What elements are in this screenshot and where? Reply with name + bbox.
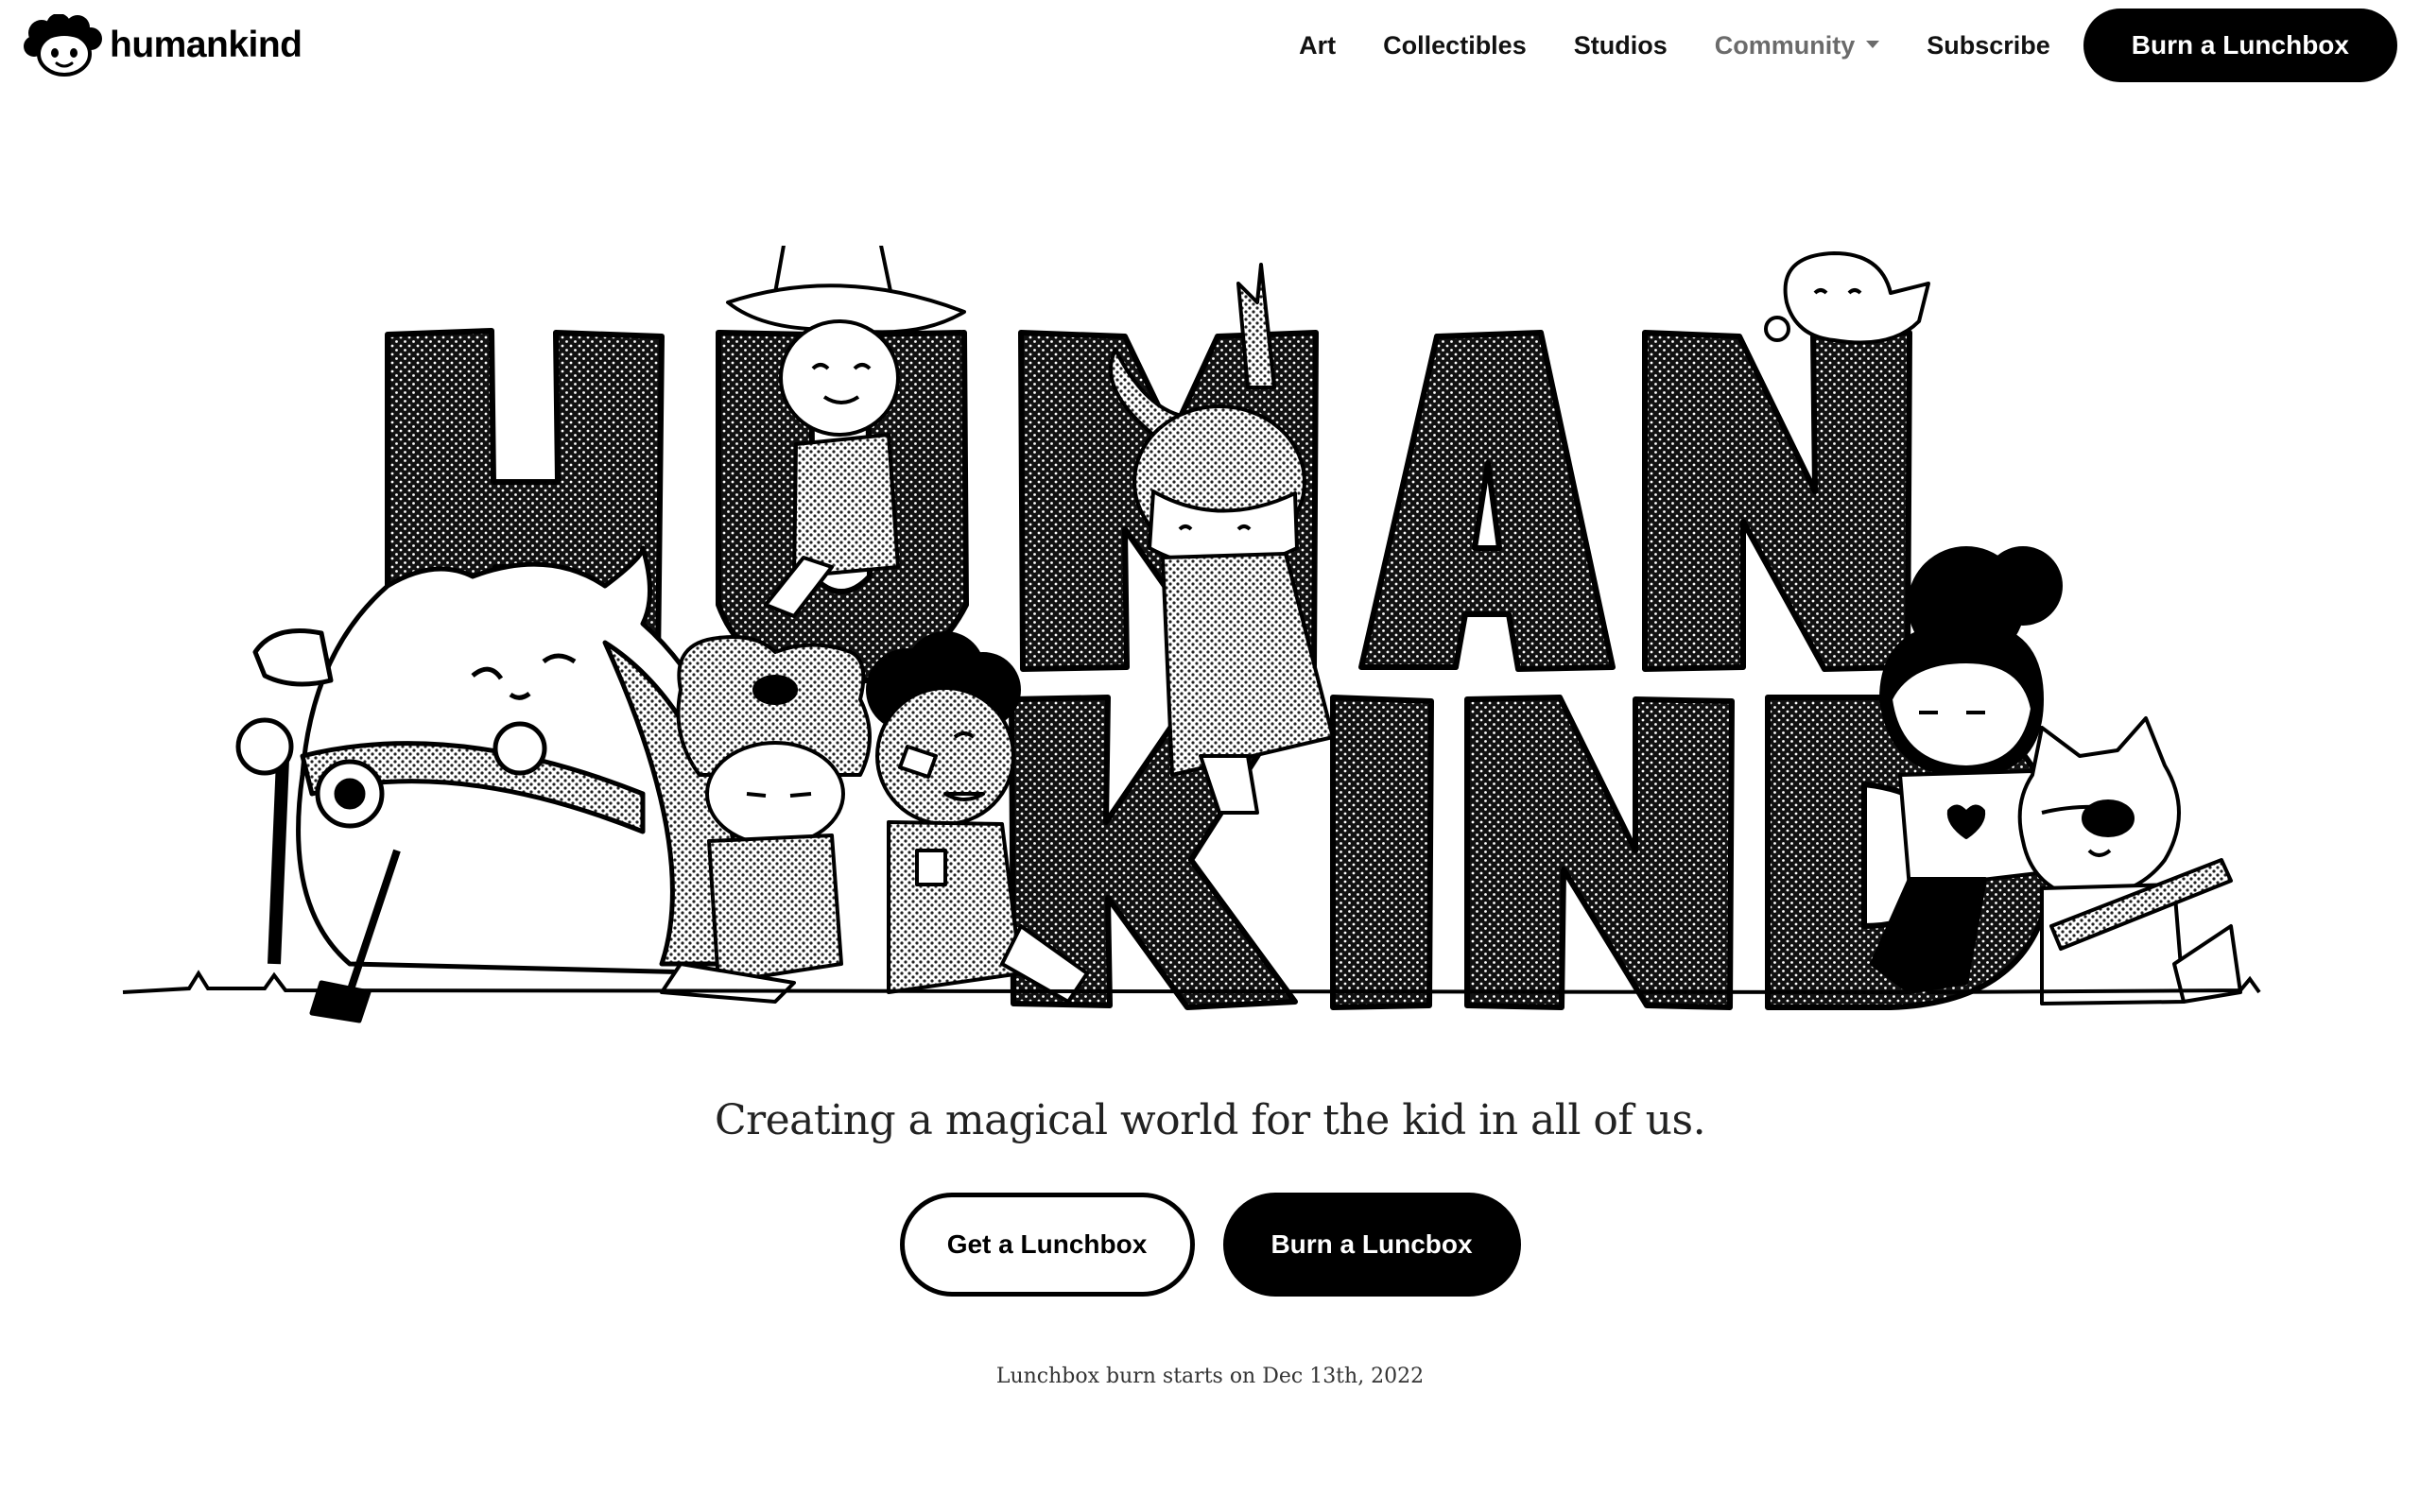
hero-tagline: Creating a magical world for the kid in …: [714, 1096, 1706, 1144]
site-header: humankind Art Collectibles Studios Commu…: [0, 0, 2420, 91]
nav-art[interactable]: Art: [1299, 31, 1336, 60]
page: humankind Art Collectibles Studios Commu…: [0, 0, 2420, 1512]
brand-home-link[interactable]: humankind: [21, 14, 302, 77]
nav-community-dropdown[interactable]: Community: [1715, 31, 1880, 60]
hero-illustration: [122, 246, 2261, 1023]
eye-patch-cat: [2017, 716, 2242, 1005]
main-nav: Art Collectibles Studios Community Subsc…: [1275, 0, 2420, 91]
brand-name: humankind: [110, 25, 302, 65]
burn-lunchbox-button[interactable]: Burn a Luncbox: [1222, 1193, 1521, 1297]
get-lunchbox-button[interactable]: Get a Lunchbox: [899, 1193, 1195, 1297]
nav-community-label: Community: [1714, 30, 1856, 60]
nav-subscribe[interactable]: Subscribe: [1927, 31, 2050, 60]
nav-studios[interactable]: Studios: [1574, 31, 1668, 60]
nav-collectibles[interactable]: Collectibles: [1383, 31, 1527, 60]
rhino-creature: [235, 545, 766, 1023]
letter-n-top: [1642, 330, 1912, 672]
letter-i: [1330, 695, 1434, 1010]
burn-start-note: Lunchbox burn starts on Dec 13th, 2022: [995, 1365, 1425, 1388]
caret-down-icon: [1866, 41, 1880, 48]
kid-face-logo-icon: [24, 14, 102, 77]
letter-n-bottom: [1464, 695, 1735, 1010]
peeking-cat: [1764, 251, 1930, 345]
burn-lunchbox-nav-button[interactable]: Burn a Lunchbox: [2083, 9, 2397, 82]
hero-actions: Get a Lunchbox Burn a Luncbox: [0, 1193, 2420, 1297]
